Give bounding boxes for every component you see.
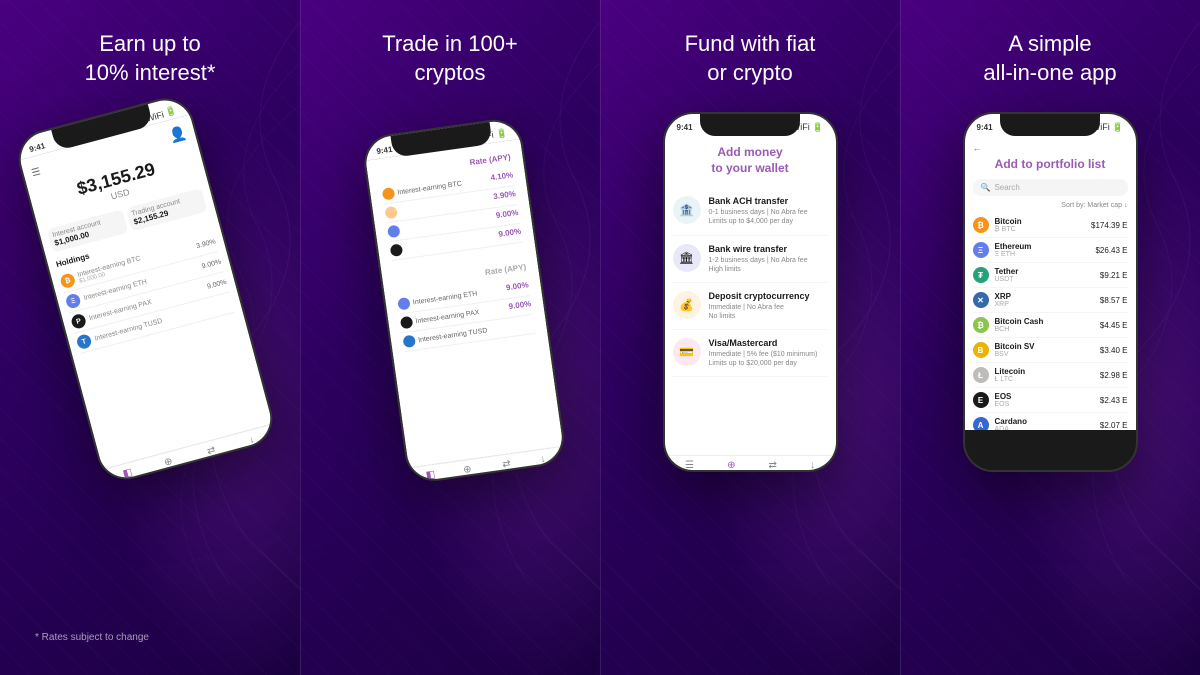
fund-option-wire[interactable]: 🏛 Bank wire transfer 1-2 business days |…	[673, 236, 828, 283]
bottom-nav-fund: ☰ ⊕ ⇄ ↓	[665, 455, 836, 472]
back-button[interactable]: ←	[973, 143, 1128, 153]
panel-portfolio: A simple all-in-one app 9:41 ▪▪▪ WiFi 🔋 …	[900, 0, 1200, 675]
crypto-ethereum[interactable]: Ξ Ethereum Ξ ETH $26.43 E	[973, 238, 1128, 263]
ach-desc: 0-1 business days | No Abra fee Limits u…	[709, 208, 808, 226]
fund-option-card[interactable]: 💳 Visa/Mastercard Immediate | 5% fee ($1…	[673, 330, 828, 377]
status-time-2: 9:41	[376, 145, 393, 156]
wire-title: Bank wire transfer	[709, 244, 808, 254]
footnote: * Rates subject to change	[35, 632, 149, 643]
ltc-icon: Ł	[973, 367, 989, 383]
card-title: Visa/Mastercard	[709, 338, 818, 348]
ach-title: Bank ACH transfer	[709, 196, 808, 206]
crypto-eos[interactable]: E EOS EOS $2.43 E	[973, 388, 1128, 413]
crypto-ada[interactable]: A Cardano ADA $2.07 E	[973, 413, 1128, 430]
panel-portfolio-title: A simple all-in-one app	[983, 30, 1116, 87]
crypto-bitcoin[interactable]: ₿ Bitcoin ₿ BTC $174.39 E	[973, 213, 1128, 238]
portfolio-search[interactable]: 🔍 Search	[973, 179, 1128, 196]
bsv-icon: B	[973, 342, 989, 358]
panel-earn-title: Earn up to 10% interest*	[85, 30, 216, 87]
btc-icon: ₿	[973, 217, 989, 233]
fund-screen-title: Add money to your wallet	[673, 145, 828, 176]
panel-fund-title: Fund with fiat or crypto	[685, 30, 816, 87]
status-time-3: 9:41	[677, 123, 693, 132]
bch-icon: ₿	[973, 317, 989, 333]
wire-desc: 1-2 business days | No Abra fee High lim…	[709, 256, 808, 274]
nav-portfolio[interactable]: ◧ Portfolio	[116, 465, 142, 486]
nav-list[interactable]: ☰	[685, 460, 694, 471]
eth-icon: Ξ	[973, 242, 989, 258]
crypto-bch[interactable]: ₿ Bitcoin Cash BCH $4.45 E	[973, 313, 1128, 338]
nav-add[interactable]: ⊕	[727, 460, 735, 471]
phone-portfolio: 9:41 ▪▪▪ WiFi 🔋 ← Add to portfolio list …	[963, 112, 1138, 472]
usdt-icon: ₮	[973, 267, 989, 283]
ach-icon: 🏦	[673, 196, 701, 224]
phone-earn: 9:41 ▪▪▪WiFi🔋 ☰ 👤 $3,155.29 USD	[12, 92, 279, 486]
panel-fund: Fund with fiat or crypto 9:41 ▪▪▪ WiFi 🔋…	[600, 0, 900, 675]
crypto-bsv[interactable]: B Bitcoin SV BSV $3.40 E	[973, 338, 1128, 363]
fund-option-ach[interactable]: 🏦 Bank ACH transfer 0-1 business days | …	[673, 188, 828, 235]
panel-earn: Earn up to 10% interest* 9:41 ▪▪▪WiFi🔋 ☰…	[0, 0, 300, 675]
wire-icon: 🏛	[673, 244, 701, 272]
nav-welcome[interactable]: ↓ Welcome	[238, 432, 267, 457]
panel-trade: Trade in 100+ cryptos 9:41 ▪▪▪ WiFi 🔋 Ra…	[300, 0, 600, 675]
crypto-ltc[interactable]: Ł Litecoin Ł LTC $2.98 E	[973, 363, 1128, 388]
crypto-desc: Immediate | No Abra fee No limits	[709, 303, 810, 321]
nav-add-money-2[interactable]: ⊕Add/Money	[452, 463, 485, 485]
search-placeholder: Search	[994, 183, 1019, 192]
nav-exchange[interactable]: ⇄ Exchange	[197, 442, 228, 467]
crypto-icon: 💰	[673, 291, 701, 319]
nav-ex[interactable]: ⇄	[769, 460, 777, 471]
phone-fund: 9:41 ▪▪▪ WiFi 🔋 Add money to your wallet…	[663, 112, 838, 472]
card-desc: Immediate | 5% fee ($10 minimum) Limits …	[709, 350, 818, 368]
nav-portfolio-2[interactable]: ◧Portfolio	[419, 468, 443, 485]
nav-exchange-2[interactable]: ⇄Exchange	[493, 457, 522, 480]
crypto-xrp[interactable]: ✕ XRP XRP $8.57 E	[973, 288, 1128, 313]
nav-welcome-2[interactable]: ↓Welcome	[530, 452, 557, 474]
status-time-4: 9:41	[977, 123, 993, 132]
crypto-title: Deposit cryptocurrency	[709, 291, 810, 301]
ada-icon: A	[973, 417, 989, 430]
status-time: 9:41	[28, 141, 46, 154]
nav-add-money[interactable]: ⊕ Add/Money	[152, 453, 186, 479]
search-icon: 🔍	[981, 183, 991, 192]
fund-option-crypto[interactable]: 💰 Deposit cryptocurrency Immediate | No …	[673, 283, 828, 330]
portfolio-screen-title: Add to portfolio list	[973, 157, 1128, 171]
panel-trade-title: Trade in 100+ cryptos	[382, 30, 518, 87]
card-icon: 💳	[673, 338, 701, 366]
menu-icon[interactable]: ☰	[30, 166, 42, 179]
nav-dl[interactable]: ↓	[810, 460, 815, 471]
eos-icon: E	[973, 392, 989, 408]
phone-trade: 9:41 ▪▪▪ WiFi 🔋 Rate (APY) Interest-earn…	[361, 116, 568, 485]
xrp-icon: ✕	[973, 292, 989, 308]
crypto-tether[interactable]: ₮ Tether USDT $9.21 E	[973, 263, 1128, 288]
sort-control[interactable]: Sort by: Market cap ↓	[973, 202, 1128, 209]
